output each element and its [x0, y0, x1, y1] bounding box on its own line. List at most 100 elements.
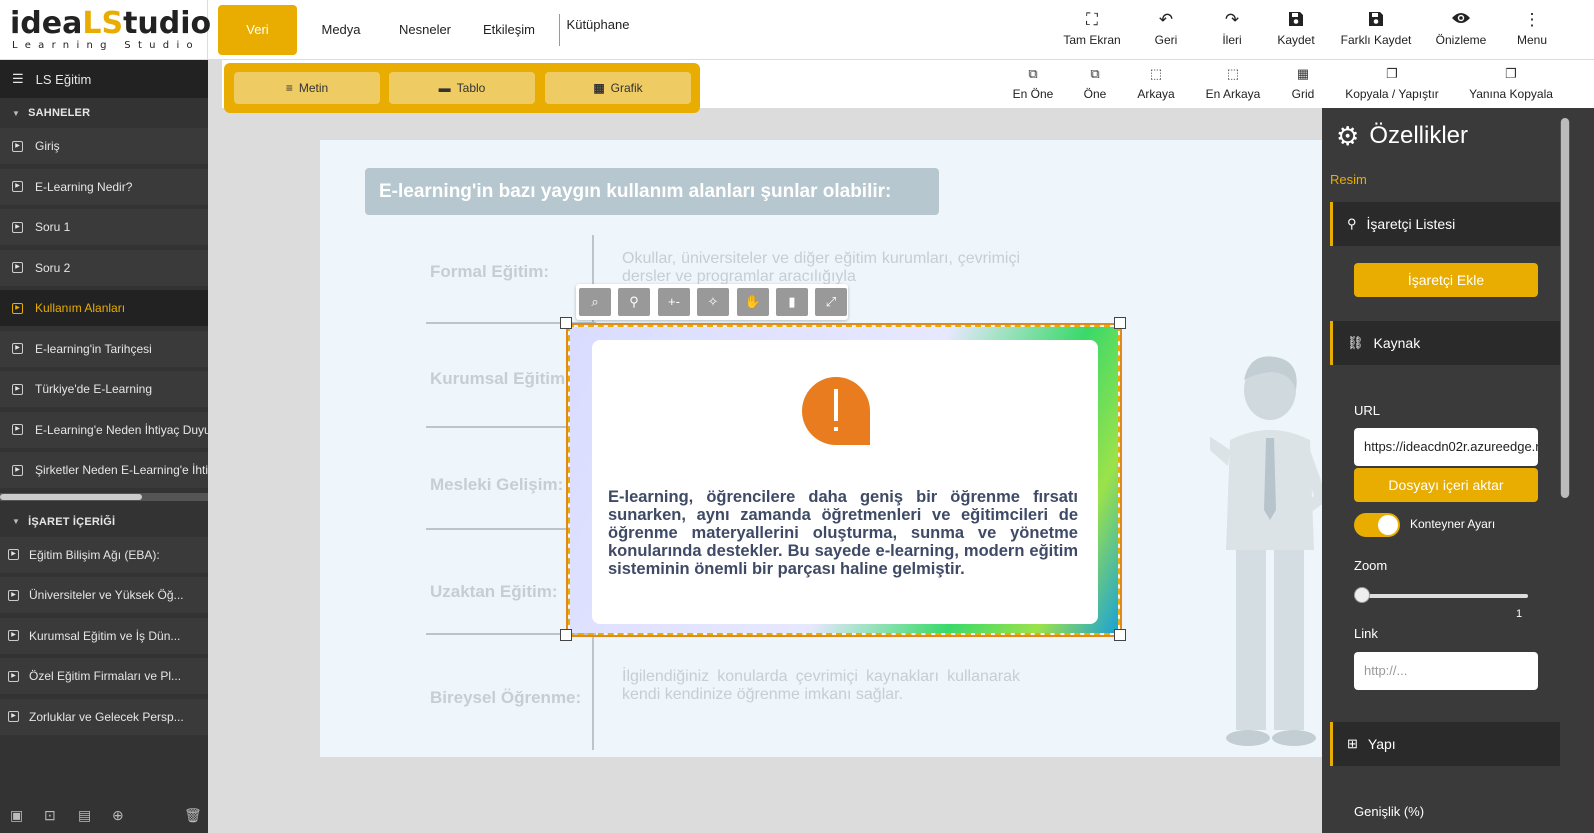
scene-item-active[interactable]: ▶ Kullanım Alanları [0, 290, 208, 326]
redo-icon: ↷ [1224, 10, 1240, 29]
structure-section[interactable]: ⊞ Yapı [1330, 722, 1560, 766]
scene-item[interactable]: ▶ Giriş [0, 128, 208, 164]
scene-icon: ▶ [12, 343, 23, 354]
scene-icon: ▶ [12, 181, 23, 192]
row-text[interactable]: Okullar, üniversiteler ve diğer eğitim k… [622, 250, 1020, 286]
scrollbar-thumb[interactable] [0, 493, 142, 500]
send-back-icon: ⬚ [1226, 66, 1240, 81]
row-label[interactable]: Formal Eğitim: [430, 262, 549, 282]
mark-item[interactable]: ▶ Zorluklar ve Gelecek Persp... [0, 698, 208, 735]
marker-list-section[interactable]: ⚲ İşaretçi Listesi [1330, 202, 1560, 246]
add-item-icon[interactable]: ⊕ [112, 807, 124, 824]
undo-button[interactable]: ↶ Geri [1146, 10, 1186, 54]
import-file-button[interactable]: Dosyayı içeri aktar [1354, 468, 1538, 502]
redo-button[interactable]: ↷ İleri [1212, 10, 1252, 54]
project-header[interactable]: ☰ LS Eğitim [0, 60, 208, 98]
expand-icon[interactable]: ⤢ [815, 288, 847, 316]
scene-icon: ▶ [12, 262, 23, 273]
tab-medya[interactable]: Medya [312, 5, 370, 55]
section-title: Resim [1330, 172, 1367, 187]
container-toggle[interactable] [1354, 513, 1400, 537]
caret-down-icon: ▼ [12, 517, 21, 526]
insert-text-button[interactable]: ≡ Metin [234, 72, 380, 104]
trash-icon[interactable]: 🗑 [184, 807, 202, 824]
add-window-icon[interactable]: ▤ [78, 807, 91, 824]
mark-item[interactable]: ▶ Eğitim Bilişim Ağı (EBA): [0, 536, 208, 573]
tab-nesneler[interactable]: Nesneler [392, 5, 458, 55]
scrollbar-thumb[interactable] [1561, 118, 1569, 498]
magic-wand-icon[interactable]: ✧ [697, 288, 729, 316]
scene-item[interactable]: ▶ Soru 1 [0, 209, 208, 245]
mark-icon: ▶ [8, 589, 19, 601]
scene-item[interactable]: ▶ E-Learning Nedir? [0, 168, 208, 205]
insert-chart-button[interactable]: ▦ Grafik [545, 72, 691, 104]
marker-icon[interactable]: ⚲ [618, 288, 650, 316]
link-input[interactable]: http://... [1354, 652, 1538, 690]
scenes-section-header[interactable]: ▼ SAHNELER [0, 98, 208, 128]
save-icon [1273, 10, 1319, 30]
resize-handle-bottom-right[interactable] [1114, 629, 1126, 641]
row-label[interactable]: Bireysel Öğrenme: [430, 688, 581, 708]
bring-front-icon: ⧉ [1028, 66, 1038, 81]
scene-item[interactable]: ▶ Şirketler Neden E-Learning'e İhtiy [0, 452, 208, 488]
bring-forward-icon: ⧉ [1090, 66, 1100, 81]
row-label[interactable]: Uzaktan Eğitim: [430, 582, 558, 602]
properties-header: ⚙ Özellikler [1336, 120, 1468, 151]
scene-item[interactable]: ▶ E-learning'in Tarihçesi [0, 330, 208, 367]
add-folder-icon[interactable]: ▣ [10, 807, 23, 824]
scene-item[interactable]: ▶ Türkiye'de E-Learning [0, 371, 208, 407]
search-icon[interactable]: ⌕ [579, 288, 611, 316]
insert-table-button[interactable]: ▬ Tablo [389, 72, 535, 104]
fullscreen-button[interactable]: ⛶ Tam Ekran [1060, 10, 1124, 54]
row-label[interactable]: Kurumsal Eğitim [430, 369, 565, 389]
zoom-icon[interactable]: +- [658, 288, 690, 316]
add-marker-button[interactable]: İşaretçi Ekle [1354, 263, 1538, 297]
element-toolbar: ⌕ ⚲ +- ✧ ✋ ▮ ⤢ [576, 284, 848, 320]
tab-etkilesim[interactable]: Etkileşim [476, 5, 542, 55]
hand-icon[interactable]: ✋ [737, 288, 769, 316]
slide-heading[interactable]: E-learning'in bazı yaygın kullanım alanl… [365, 168, 939, 215]
send-backward-button[interactable]: ⬚ Arkaya [1134, 66, 1178, 101]
menu-button[interactable]: ⋮ Menu [1512, 10, 1552, 54]
tab-veri[interactable]: Veri [218, 5, 297, 55]
preview-button[interactable]: Önizleme [1432, 10, 1490, 54]
zoom-value: 1 [1516, 608, 1523, 620]
grid-button[interactable]: ▦ Grid [1288, 66, 1318, 101]
scene-item[interactable]: ▶ Soru 2 [0, 249, 208, 286]
add-scene-icon[interactable]: ⊡ [44, 807, 56, 824]
mark-item[interactable]: ▶ Kurumsal Eğitim ve İş Dün... [0, 617, 208, 654]
gear-icon: ⚙ [1336, 120, 1360, 151]
mark-item[interactable]: ▶ Özel Eğitim Firmaları ve Pl... [0, 658, 208, 694]
row-label[interactable]: Mesleki Gelişim: [430, 475, 563, 495]
resize-handle-top-left[interactable] [560, 317, 572, 329]
marks-section-header[interactable]: ▼ İŞARET İÇERİĞİ [0, 507, 208, 537]
width-label: Genişlik (%) [1354, 804, 1425, 819]
mark-icon: ▶ [8, 549, 19, 560]
zoom-slider-handle[interactable] [1354, 587, 1370, 603]
tab-kutuphane[interactable]: Kütüphane [562, 0, 634, 50]
popup-message[interactable]: E-learning, öğrencilere daha geniş bir ö… [608, 488, 1078, 578]
selected-popup-element[interactable]: E-learning, öğrencilere daha geniş bir ö… [566, 323, 1122, 637]
scene-item[interactable]: ▶ E-Learning'e Neden İhtiyaç Duyu [0, 411, 208, 448]
row-text[interactable]: İlgilendiğiniz konularda çevrimiçi kayna… [622, 668, 1020, 704]
zoom-slider[interactable] [1354, 594, 1528, 598]
trash-icon[interactable]: ▮ [776, 288, 808, 316]
scene-list-scrollbar[interactable] [0, 492, 208, 501]
mark-item[interactable]: ▶ Üniversiteler ve Yüksek Öğ... [0, 577, 208, 613]
resize-handle-top-right[interactable] [1114, 317, 1126, 329]
save-as-button[interactable]: Farklı Kaydet [1338, 10, 1414, 54]
properties-scrollbar[interactable] [1560, 118, 1570, 498]
save-button[interactable]: Kaydet [1273, 10, 1319, 54]
left-sidebar: ☰ LS Eğitim ▼ SAHNELER ▶ Giriş ▶ E-Learnin… [0, 60, 208, 833]
duplicate-button[interactable]: ❐ Yanına Kopyala [1466, 66, 1556, 101]
copy-paste-button[interactable]: ❐ Kopyala / Yapıştır [1340, 66, 1444, 101]
url-input[interactable]: https://ideacdn02r.azureedge.net [1354, 428, 1538, 466]
properties-panel: ⚙ Özellikler Resim ⚲ İşaretçi Listesi İş… [1322, 108, 1594, 833]
source-section[interactable]: ⛓ Kaynak [1330, 321, 1560, 365]
send-to-back-button[interactable]: ⬚ En Arkaya [1203, 66, 1263, 101]
bring-to-front-button[interactable]: ⧉ En Öne [1010, 66, 1056, 101]
popup-card[interactable]: E-learning, öğrencilere daha geniş bir ö… [592, 340, 1098, 624]
link-label: Link [1354, 626, 1378, 641]
bring-forward-button[interactable]: ⧉ Öne [1078, 66, 1112, 101]
resize-handle-bottom-left[interactable] [560, 629, 572, 641]
